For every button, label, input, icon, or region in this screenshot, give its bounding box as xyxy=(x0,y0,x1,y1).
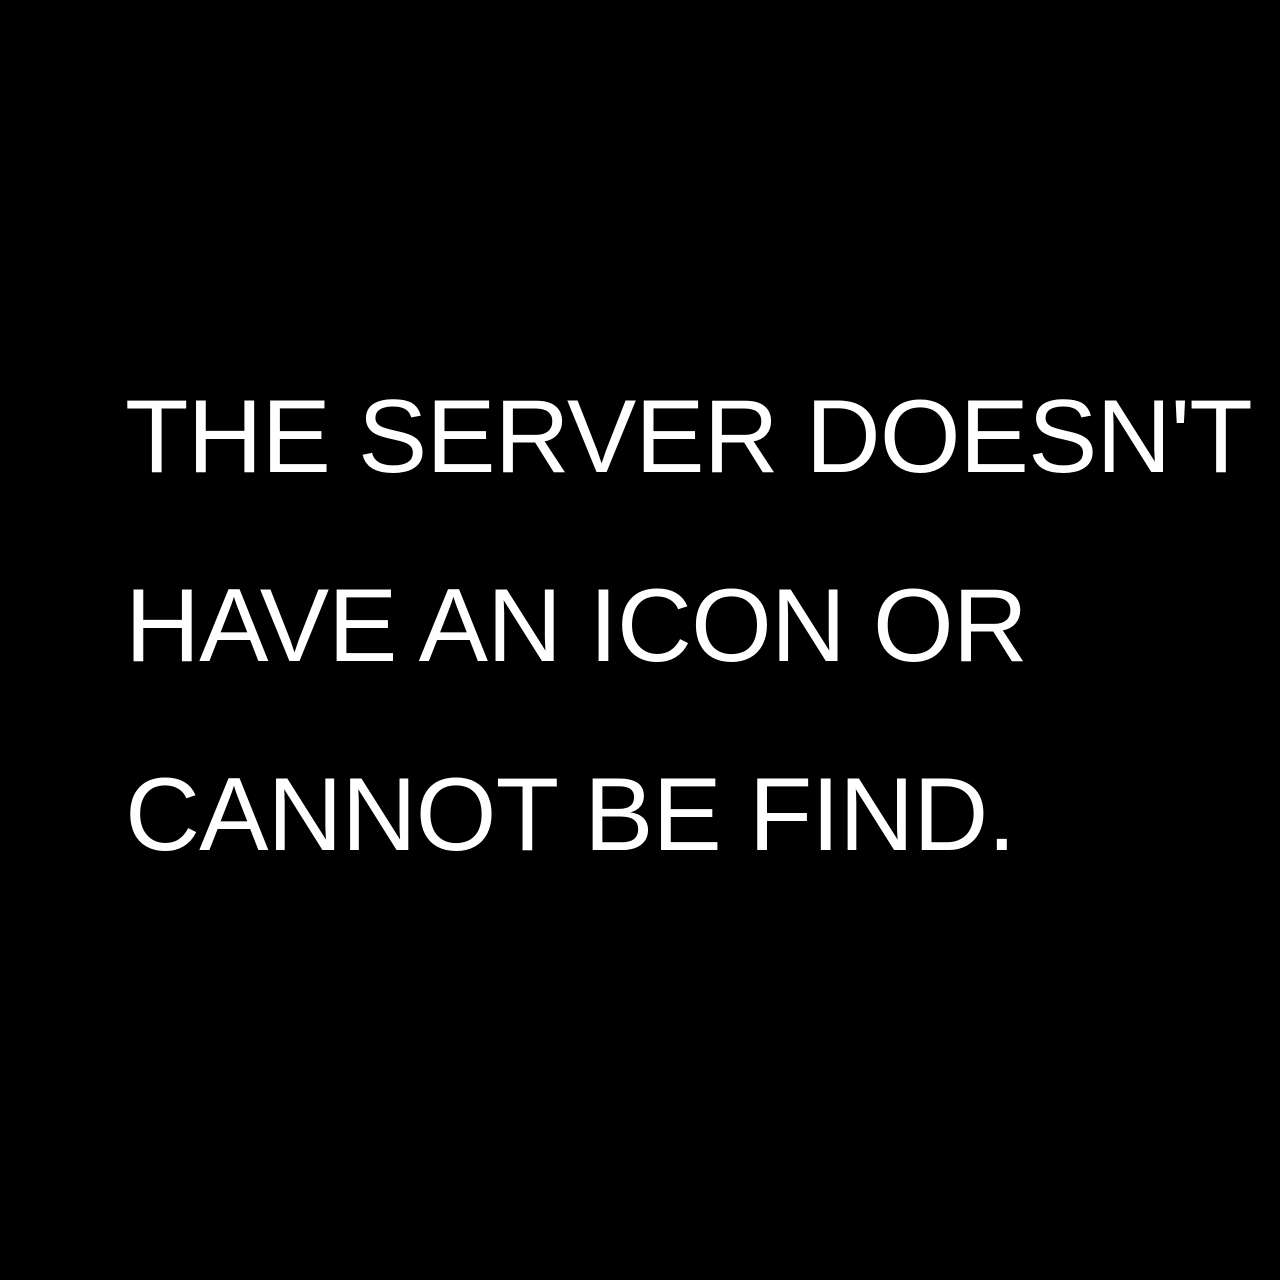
message-line-1: THE SERVER DOESN'T xyxy=(125,379,1253,495)
message-line-3: CANNOT BE FIND. xyxy=(125,757,1016,873)
missing-icon-message: THE SERVER DOESN'T HAVE AN ICON OR CANNO… xyxy=(125,379,1253,947)
server-icon-placeholder: THE SERVER DOESN'T HAVE AN ICON OR CANNO… xyxy=(0,0,1280,1280)
message-line-2: HAVE AN ICON OR xyxy=(125,568,1028,684)
